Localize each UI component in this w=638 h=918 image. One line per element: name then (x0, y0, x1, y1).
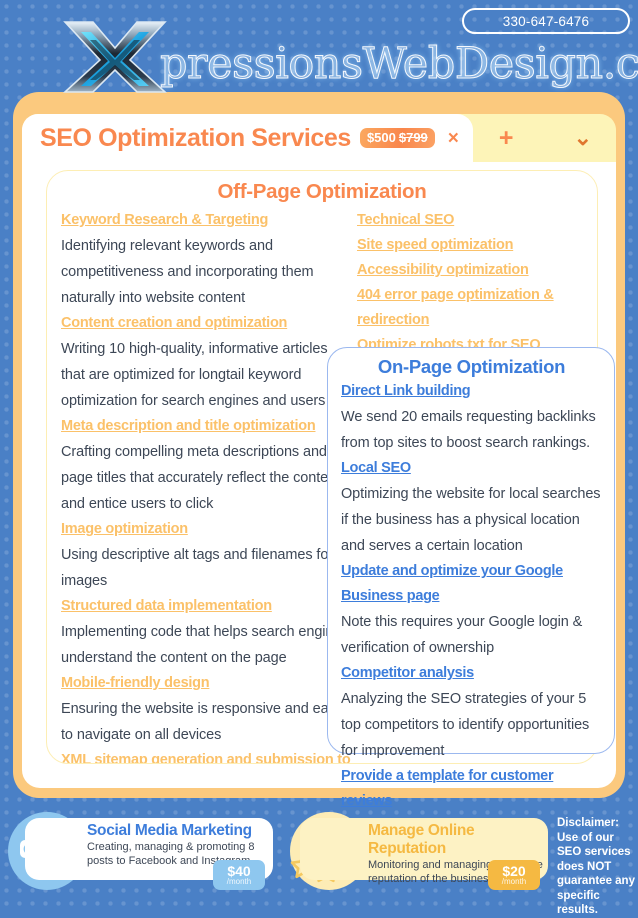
service-description: Implementing code that helps search engi… (61, 624, 349, 666)
off-page-columns: Keyword Research & Targeting Identifying … (47, 204, 597, 763)
on-page-optimization-card: On-Page Optimization Direct Link buildin… (327, 347, 615, 809)
off-page-left-column: Keyword Research & Targeting Identifying … (61, 208, 351, 763)
tab-seo-optimization-services[interactable]: SEO Optimization Services $500 $799 × (22, 114, 473, 162)
price-original: $799 (398, 130, 428, 145)
service-link[interactable]: Keyword Research & Targeting (61, 208, 351, 233)
price-amount: $40 (227, 863, 251, 879)
service-description: Analyzing the SEO strategies of your 5 t… (341, 691, 590, 759)
off-page-right-column: Technical SEO Site speed optimization Acce… (357, 208, 587, 358)
service-link[interactable]: Competitor analysis (341, 661, 602, 686)
service-description: Writing 10 high-quality, informative art… (61, 341, 328, 409)
brand-logo[interactable]: pressionsWebDesign.com (62, 20, 638, 94)
price-current: $500 (366, 130, 396, 145)
service-link[interactable]: Accessibility optimization (357, 258, 587, 283)
chevron-down-icon[interactable]: ⌄ (574, 127, 592, 149)
service-description: Using descriptive alt tags and filenames… (61, 547, 334, 589)
service-link[interactable]: Site speed optimization (357, 233, 587, 258)
service-link[interactable]: Image optimization (61, 517, 351, 542)
service-link[interactable]: XML sitemap generation and submission to… (61, 748, 351, 763)
x-logo-icon (62, 21, 168, 93)
price-amount: $20 (502, 863, 526, 879)
price-chip: $40 /month (213, 860, 265, 890)
service-link[interactable]: Content creation and optimization (61, 311, 351, 336)
bottom-services-strip: Social Media Marketing Creating, managin… (0, 806, 638, 916)
service-title: Manage Online Reputation (368, 822, 475, 857)
brand-name-text: pressionsWebDesign.com (159, 39, 638, 90)
disclaimer-text: Disclaimer: Use of our SEO services does… (557, 817, 635, 916)
service-link[interactable]: Meta description and title optimization (61, 414, 351, 439)
service-link[interactable]: Technical SEO (357, 208, 587, 233)
close-icon[interactable]: × (444, 129, 463, 148)
service-card-social-media[interactable]: Social Media Marketing Creating, managin… (25, 818, 273, 890)
service-description: We send 20 emails requesting backlinks f… (341, 409, 596, 451)
service-description: Note this requires your Google login & v… (341, 614, 583, 656)
site-header: 330-647-6476 pressionsWebDesign.c (0, 0, 638, 100)
service-link[interactable]: Structured data implementation (61, 594, 351, 619)
on-page-list: Direct Link building We send 20 emails re… (341, 379, 602, 814)
tab-strip: SEO Optimization Services $500 $799 × + … (22, 114, 616, 162)
panel-body: Off-Page Optimization Keyword Research &… (22, 162, 616, 809)
service-link[interactable]: 404 error page optimization & redirectio… (357, 283, 587, 333)
service-description: Identifying relevant keywords and compet… (61, 238, 314, 306)
add-tab-icon[interactable]: + (499, 125, 514, 151)
on-page-title: On-Page Optimization (377, 356, 566, 377)
price-period: /month (226, 877, 252, 886)
service-description: Optimizing the website for local searche… (341, 486, 601, 554)
price-chip: $20 /month (488, 860, 540, 890)
page-title: SEO Optimization Services (40, 123, 351, 152)
service-link[interactable]: Mobile-friendly design (61, 671, 351, 696)
service-description: Crafting compelling meta descriptions an… (61, 444, 341, 512)
off-page-title: Off-Page Optimization (217, 180, 427, 203)
service-link[interactable]: Update and optimize your Google Business… (341, 559, 602, 609)
service-link[interactable]: Local SEO (341, 456, 602, 481)
service-description: Ensuring the website is responsive and e… (61, 701, 343, 743)
price-period: /month (501, 877, 527, 886)
service-card-online-reputation[interactable]: Manage Online Reputation Monitoring and … (300, 818, 548, 890)
service-card: SEO Optimization Services $500 $799 × + … (13, 92, 625, 809)
price-badge: $500 $799 (359, 128, 435, 148)
service-link[interactable]: Direct Link building (341, 379, 602, 404)
service-title: Social Media Marketing (87, 822, 252, 839)
